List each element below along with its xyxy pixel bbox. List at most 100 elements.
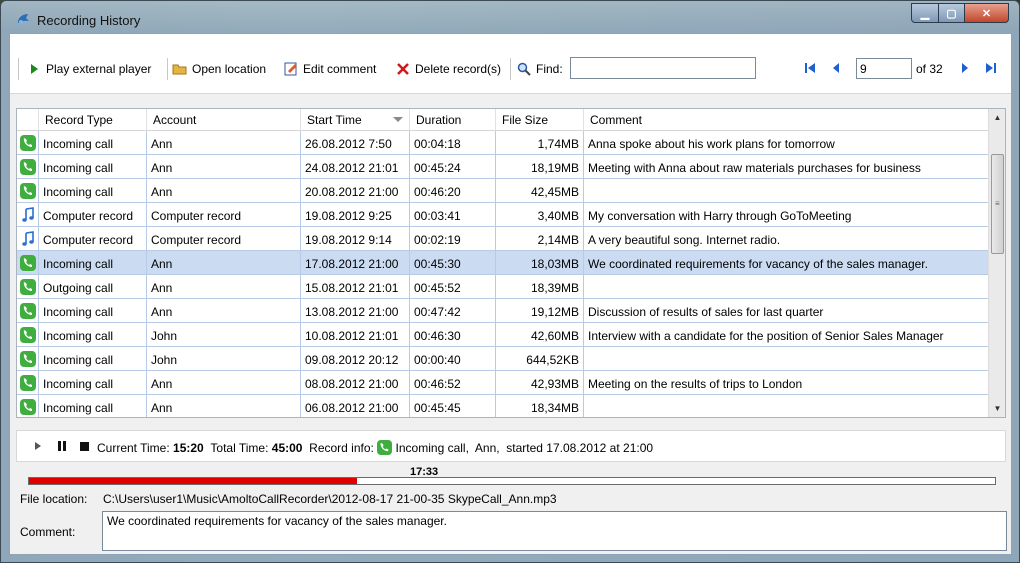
phone-icon	[20, 135, 36, 151]
cell-comment: We coordinated requirements for vacancy …	[584, 251, 989, 275]
scroll-down-icon[interactable]: ▼	[989, 400, 1005, 417]
find-label-group: Find:	[516, 60, 563, 78]
delete-records-button[interactable]: Delete record(s)	[395, 60, 501, 78]
play-external-label: Play external player	[46, 62, 152, 76]
cell-icon	[17, 275, 39, 299]
scrollbar-thumb[interactable]: ≡	[991, 154, 1004, 254]
records-table[interactable]: Record Type Account Start Time Duration …	[16, 108, 1006, 418]
cell-icon	[17, 179, 39, 203]
cell-record-type: Incoming call	[39, 299, 147, 323]
column-header-file-size[interactable]: File Size	[496, 109, 584, 131]
table-row[interactable]: Incoming call Ann 20.08.2012 21:00 00:46:20…	[17, 179, 989, 203]
cell-comment: Discussion of results of sales for last …	[584, 299, 989, 323]
cell-icon	[17, 203, 39, 227]
cell-duration: 00:45:24	[410, 155, 496, 179]
toolbar-separator	[510, 58, 511, 80]
table-row[interactable]: Incoming call John 10.08.2012 21:01 00:46:3…	[17, 323, 989, 347]
recording-history-window: Recording History ▁ ▢ ✕ Play external pl…	[0, 0, 1020, 563]
music-note-icon	[22, 207, 34, 222]
cell-record-type: Incoming call	[39, 395, 147, 417]
phone-icon	[20, 159, 36, 175]
first-page-button[interactable]	[802, 60, 818, 76]
column-header-duration[interactable]: Duration	[410, 109, 496, 131]
table-row[interactable]: Outgoing call Ann 15.08.2012 21:01 00:45:52…	[17, 275, 989, 299]
cell-start-time: 26.08.2012 7:50	[301, 131, 410, 155]
cell-start-time: 15.08.2012 21:01	[301, 275, 410, 299]
column-header-start-time[interactable]: Start Time	[301, 109, 410, 131]
toolbar-separator	[167, 58, 168, 80]
cell-start-time: 19.08.2012 9:14	[301, 227, 410, 251]
phone-icon	[20, 399, 36, 415]
edit-icon	[283, 61, 299, 77]
minimize-button[interactable]: ▁	[911, 3, 939, 23]
pause-button[interactable]	[55, 439, 69, 453]
toolbar: Play external player Open location Edit …	[10, 34, 1011, 94]
column-header-account[interactable]: Account	[147, 109, 301, 131]
previous-page-button[interactable]	[828, 60, 844, 76]
progress-slider[interactable]	[28, 477, 996, 485]
cell-comment: Interview with a candidate for the posit…	[584, 323, 989, 347]
table-row[interactable]: Incoming call Ann 24.08.2012 21:01 00:45:24…	[17, 155, 989, 179]
delete-records-label: Delete record(s)	[415, 62, 502, 76]
find-input[interactable]	[570, 57, 756, 79]
cell-account: John	[147, 323, 301, 347]
cell-duration: 00:00:40	[410, 347, 496, 371]
phone-icon	[20, 279, 36, 295]
edit-comment-button[interactable]: Edit comment	[283, 60, 376, 78]
header-icon-column	[17, 109, 39, 131]
open-location-button[interactable]: Open location	[172, 60, 266, 78]
total-time-value: 45:00	[271, 441, 303, 455]
player-status: Current Time: 15:20 Total Time: 45:00 Re…	[97, 440, 653, 455]
vertical-scrollbar[interactable]: ▲ ≡ ▼	[988, 109, 1005, 417]
cell-file-size: 2,14MB	[496, 227, 584, 251]
close-icon: ✕	[981, 7, 992, 20]
comment-field[interactable]: We coordinated requirements for vacancy …	[102, 511, 1007, 551]
delete-icon	[395, 61, 411, 77]
cell-record-type: Incoming call	[39, 347, 147, 371]
table-row[interactable]: Incoming call Ann 06.08.2012 21:00 00:45:45…	[17, 395, 989, 417]
title-bar[interactable]: Recording History ▁ ▢ ✕	[1, 1, 1019, 33]
cell-start-time: 08.08.2012 21:00	[301, 371, 410, 395]
cell-start-time: 06.08.2012 21:00	[301, 395, 410, 417]
cell-duration: 00:03:41	[410, 203, 496, 227]
cell-account: Ann	[147, 131, 301, 155]
table-row[interactable]: Incoming call Ann 13.08.2012 21:00 00:47:42…	[17, 299, 989, 323]
cell-comment: My conversation with Harry through GoToM…	[584, 203, 989, 227]
cell-duration: 00:45:45	[410, 395, 496, 417]
play-external-button[interactable]: Play external player	[26, 60, 151, 78]
last-page-button[interactable]	[983, 60, 999, 76]
column-header-comment[interactable]: Comment	[584, 109, 989, 131]
current-time-label: Current Time:	[97, 441, 170, 455]
cell-comment: A very beautiful song. Internet radio.	[584, 227, 989, 251]
open-location-label: Open location	[192, 62, 267, 76]
music-note-icon	[22, 231, 34, 246]
cell-file-size: 18,39MB	[496, 275, 584, 299]
cell-record-type: Incoming call	[39, 371, 147, 395]
play-button[interactable]	[31, 439, 45, 453]
column-header-record-type[interactable]: Record Type	[39, 109, 147, 131]
scroll-up-icon[interactable]: ▲	[989, 109, 1005, 126]
cell-file-size: 18,34MB	[496, 395, 584, 417]
cell-account: Ann	[147, 179, 301, 203]
pause-icon	[58, 441, 66, 451]
table-row[interactable]: Incoming call Ann 17.08.2012 21:00 00:45:30…	[17, 251, 989, 275]
maximize-button[interactable]: ▢	[939, 3, 965, 23]
next-page-button[interactable]	[957, 60, 973, 76]
cell-account: Ann	[147, 275, 301, 299]
cell-icon	[17, 299, 39, 323]
table-row[interactable]: Incoming call Ann 26.08.2012 7:50 00:04:18 1…	[17, 131, 989, 155]
table-row[interactable]: Computer record Computer record 19.08.2012…	[17, 203, 989, 227]
client-area: Play external player Open location Edit …	[9, 33, 1012, 555]
player-bar: Current Time: 15:20 Total Time: 45:00 Re…	[16, 430, 1006, 462]
previous-page-icon	[833, 63, 839, 73]
page-number-input[interactable]	[856, 58, 912, 79]
close-button[interactable]: ✕	[965, 3, 1009, 23]
table-row[interactable]: Incoming call John 09.08.2012 20:12 00:00:4…	[17, 347, 989, 371]
stop-button[interactable]	[77, 439, 91, 453]
edit-comment-label: Edit comment	[303, 62, 377, 76]
table-row[interactable]: Incoming call Ann 08.08.2012 21:00 00:46:52…	[17, 371, 989, 395]
cell-icon	[17, 227, 39, 251]
phone-icon	[20, 327, 36, 343]
table-row[interactable]: Computer record Computer record 19.08.2012…	[17, 227, 989, 251]
cell-file-size: 3,40MB	[496, 203, 584, 227]
